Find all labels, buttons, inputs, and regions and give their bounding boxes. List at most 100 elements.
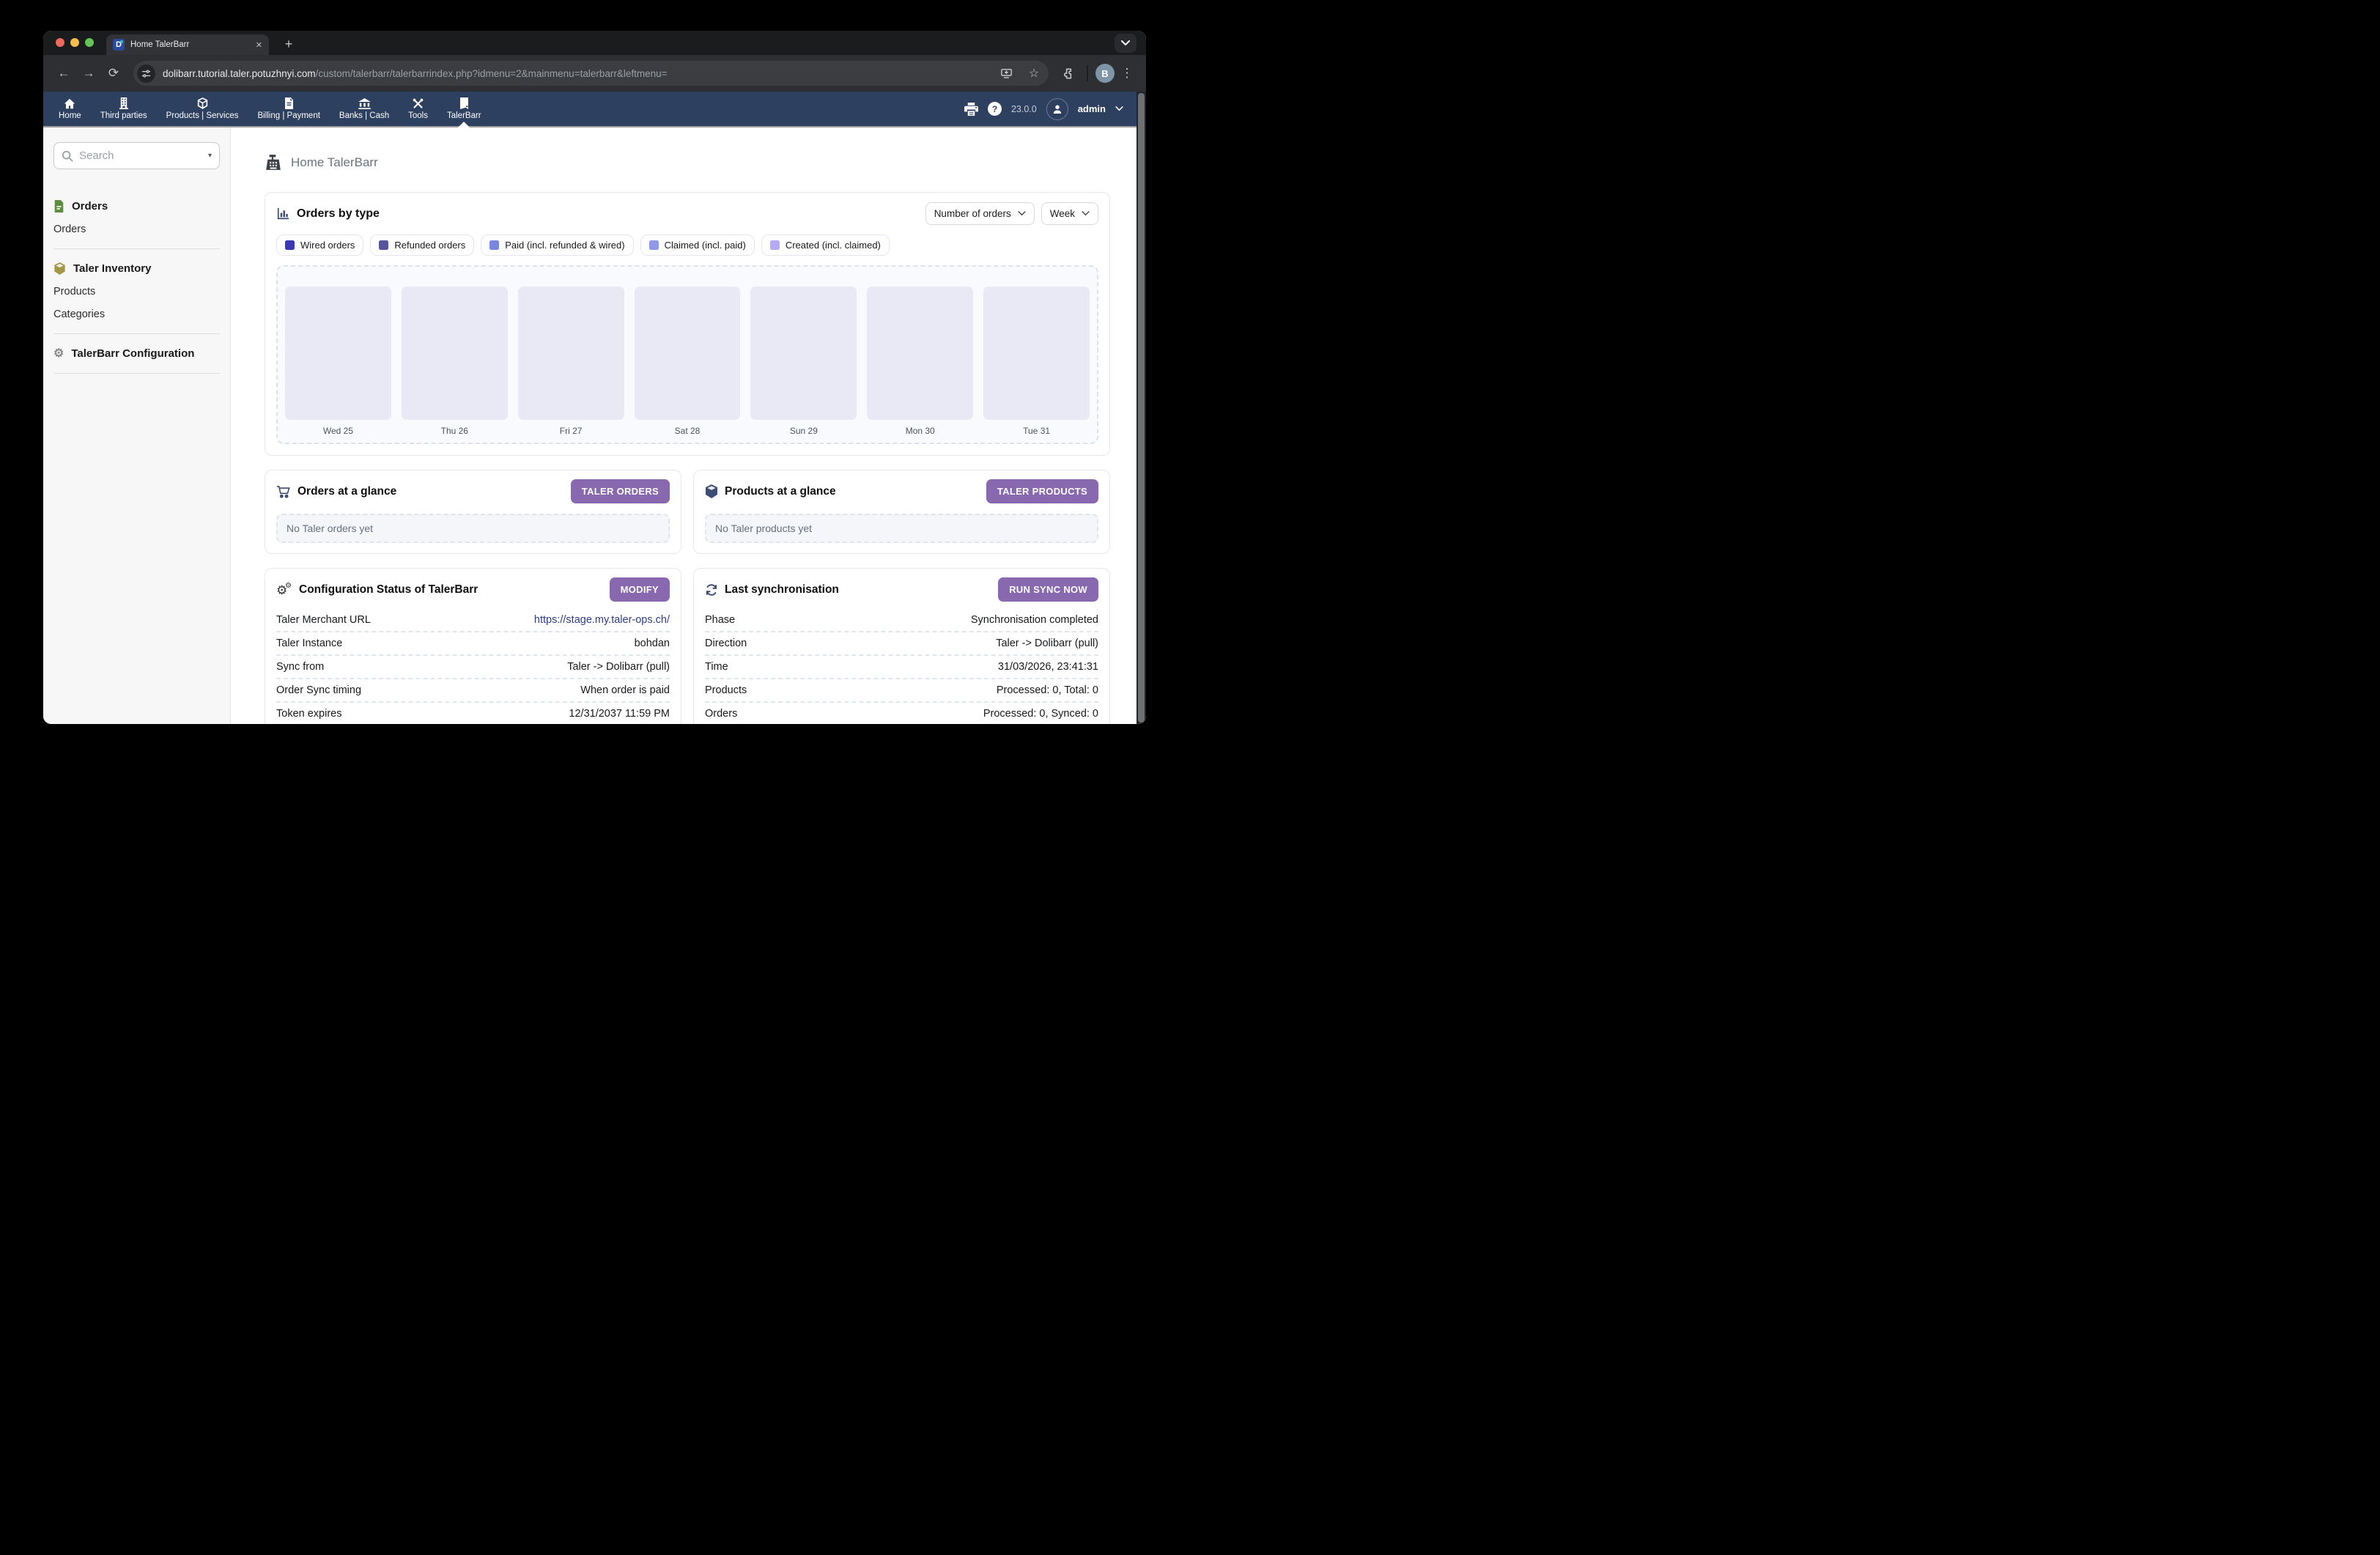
legend-item-refunded[interactable]: Refunded orders (370, 234, 474, 256)
legend-item-paid[interactable]: Paid (incl. refunded & wired) (481, 234, 633, 256)
legend-swatch (379, 240, 388, 250)
version-label: 23.0.0 (1011, 104, 1037, 114)
tab-title: Home TalerBarr (130, 40, 250, 49)
install-app-icon[interactable] (996, 63, 1016, 84)
mac-window-controls[interactable] (56, 38, 94, 47)
chart-title: Orders by type (297, 207, 380, 221)
modify-button[interactable]: MODIFY (610, 577, 670, 602)
table-row: Sync from Taler -> Dolibarr (pull) (276, 654, 670, 678)
search-dropdown-caret-icon[interactable]: ▾ (208, 152, 212, 160)
nav-item-home[interactable]: Home (49, 92, 91, 126)
new-tab-button[interactable]: + (279, 34, 298, 53)
orders-by-type-card: Orders by type Number of orders Week (265, 192, 1110, 456)
legend-swatch (489, 240, 499, 250)
taler-products-button[interactable]: TALER PRODUCTS (986, 479, 1098, 503)
taler-orders-button[interactable]: TALER ORDERS (571, 479, 670, 503)
bookmark-star-icon[interactable]: ☆ (1024, 63, 1044, 84)
close-tab-icon[interactable]: ✕ (256, 40, 262, 50)
last-sync-table: Phase Synchronisation completed Directio… (705, 609, 1098, 724)
zoom-window-button[interactable] (85, 38, 94, 47)
table-row: Orders Processed: 0, Synced: 0 (705, 701, 1098, 724)
person-icon (1052, 103, 1063, 115)
toolbar-separator (1087, 65, 1088, 81)
gear-gray-icon: ⚙ (53, 348, 64, 360)
sidebar-item-products[interactable]: Products (53, 286, 220, 298)
nav-item-third-parties[interactable]: Third parties (91, 92, 157, 126)
forward-button[interactable]: → (78, 62, 100, 84)
table-row: Time 31/03/2026, 23:41:31 (705, 654, 1098, 678)
sidebar-divider (53, 333, 220, 334)
chart-legend: Wired orders Refunded orders Paid (incl.… (276, 234, 1098, 256)
legend-item-created[interactable]: Created (incl. claimed) (761, 234, 890, 256)
placeholder-bar (518, 287, 624, 420)
minimize-window-button[interactable] (70, 38, 79, 47)
page-scrollbar[interactable] (1137, 92, 1146, 724)
sync-icon (705, 583, 718, 596)
back-button[interactable]: ← (53, 62, 75, 84)
last-sync-card: Last synchronisation RUN SYNC NOW Phase … (693, 568, 1110, 724)
sidebar-section-talerbarr-configuration[interactable]: ⚙ TalerBarr Configuration (53, 347, 220, 360)
period-select[interactable]: Week (1041, 202, 1098, 225)
address-bar[interactable]: dolibarr.tutorial.taler.potuzhnyi.com/cu… (133, 61, 1049, 86)
search-input[interactable] (79, 149, 202, 162)
nav-item-tools[interactable]: Tools (399, 92, 437, 126)
sidebar-item-categories[interactable]: Categories (53, 309, 220, 320)
extensions-puzzle-icon[interactable] (1057, 62, 1079, 84)
browser-tab[interactable]: D Home TalerBarr ✕ (106, 34, 269, 55)
browser-menu-kebab-icon[interactable]: ⋮ (1117, 66, 1137, 81)
url-text[interactable]: dolibarr.tutorial.taler.potuzhnyi.com/cu… (163, 68, 988, 79)
merchant-url-link[interactable]: https://stage.my.taler-ops.ch/ (534, 614, 670, 626)
print-icon[interactable] (964, 103, 978, 116)
sidebar-section-orders[interactable]: Orders (53, 200, 220, 213)
chevron-down-icon (1018, 211, 1026, 216)
close-window-button[interactable] (56, 38, 64, 47)
nav-item-products-services[interactable]: Products | Services (157, 92, 248, 126)
sidebar-search[interactable]: ▾ (53, 142, 220, 169)
legend-item-claimed[interactable]: Claimed (incl. paid) (640, 234, 755, 256)
table-row: Products Processed: 0, Total: 0 (705, 678, 1098, 701)
placeholder-bar (750, 287, 857, 420)
monitor-download-icon (1000, 68, 1013, 79)
legend-item-wired[interactable]: Wired orders (276, 234, 363, 256)
username-label[interactable]: admin (1078, 103, 1106, 114)
browser-profile-avatar[interactable]: B (1095, 64, 1115, 83)
sidebar-item-orders[interactable]: Orders (53, 224, 220, 235)
config-status-card: ⚙⚙ Configuration Status of TalerBarr MOD… (265, 568, 681, 724)
run-sync-now-button[interactable]: RUN SYNC NOW (998, 577, 1098, 602)
table-row: Phase Synchronisation completed (705, 609, 1098, 631)
sidebar-divider (53, 248, 220, 249)
chart-day-column: Wed 25 (285, 287, 391, 443)
active-menu-arrow (458, 122, 470, 128)
table-row: Order Sync timing When order is paid (276, 678, 670, 701)
tab-search-chevron-button[interactable] (1115, 34, 1137, 53)
page-viewport: Home Third parties Products | Services B… (43, 92, 1146, 724)
metric-select[interactable]: Number of orders (925, 202, 1035, 225)
chart-day-column: Sun 29 (750, 287, 857, 443)
building-icon (119, 97, 128, 109)
sidebar-section-taler-inventory[interactable]: Taler Inventory (53, 262, 220, 275)
browser-toolbar: ← → ⟳ dolibarr.tutorial.taler.potuzhnyi.… (43, 55, 1146, 92)
bar-chart-icon (276, 207, 290, 221)
box-olive-icon (53, 262, 66, 275)
user-avatar[interactable] (1046, 98, 1068, 120)
table-row: Taler Merchant URL https://stage.my.tale… (276, 609, 670, 631)
nav-item-banks-cash[interactable]: Banks | Cash (330, 92, 399, 126)
products-empty-state: No Taler products yet (705, 514, 1098, 543)
cart-icon (276, 485, 291, 498)
chevron-down-icon (1082, 211, 1090, 216)
tab-strip: D Home TalerBarr ✕ + (43, 31, 1146, 55)
scrollbar-thumb[interactable] (1138, 93, 1145, 723)
tools-icon (413, 97, 424, 109)
placeholder-bar (635, 287, 741, 420)
reload-button[interactable]: ⟳ (103, 62, 125, 84)
site-settings-icon[interactable] (137, 64, 155, 83)
help-icon[interactable]: ? (988, 102, 1002, 116)
browser-window: D Home TalerBarr ✕ + ← → ⟳ dolibarr.tuto… (43, 31, 1146, 724)
table-row: Direction Taler -> Dolibarr (pull) (705, 631, 1098, 654)
nav-item-talerbarr[interactable]: TalerBarr (437, 92, 491, 126)
screen: D Home TalerBarr ✕ + ← → ⟳ dolibarr.tuto… (0, 0, 1190, 778)
nav-item-billing-payment[interactable]: Billing | Payment (248, 92, 329, 126)
user-menu-chevron-icon[interactable] (1115, 106, 1123, 111)
table-row: Taler Instance bohdan (276, 631, 670, 654)
legend-swatch (770, 240, 780, 250)
